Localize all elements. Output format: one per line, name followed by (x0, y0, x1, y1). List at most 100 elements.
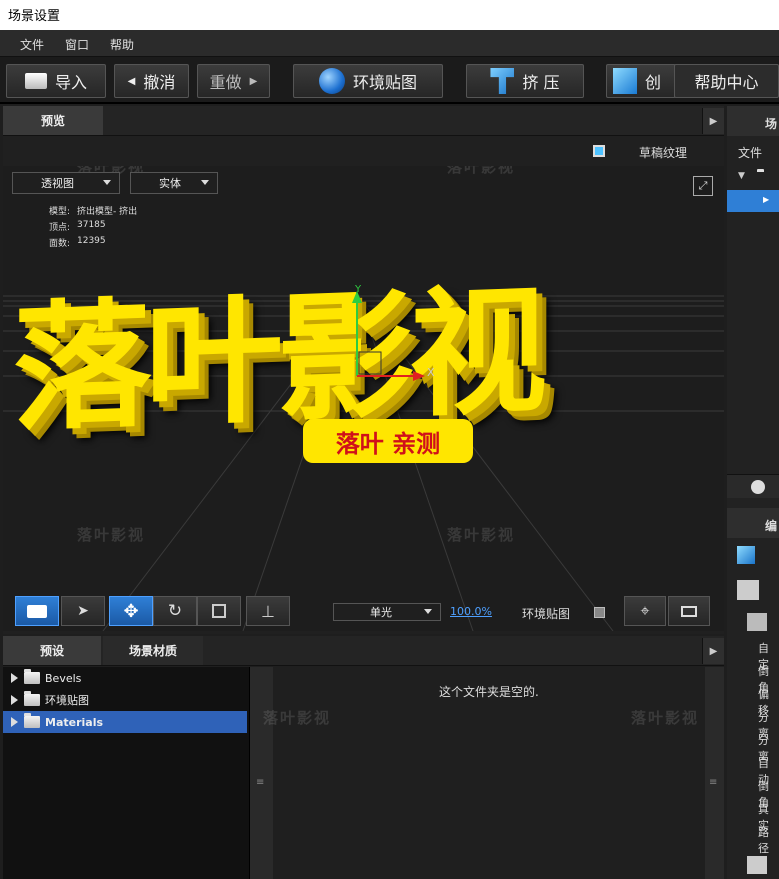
arrow-right-icon: ▶ (249, 75, 258, 87)
grip-icon: ≡ (709, 777, 718, 788)
display-button[interactable] (668, 596, 710, 626)
extrude-t-icon[interactable] (747, 856, 767, 874)
create-button[interactable]: 创 (606, 64, 676, 98)
preview-panel: 预览 ▶ 草稿纹理 落叶影视 Y X 落叶 亲测 落叶影视 落叶影视 落叶影视 … (3, 106, 724, 634)
watermark: 落叶影视 (447, 166, 516, 176)
tab-scene-materials[interactable]: 场景材质 (103, 636, 203, 665)
light-mode-dropdown[interactable]: 单光 (333, 603, 441, 621)
env-map-toggle-label: 环境贴图 (522, 607, 571, 621)
redo-button[interactable]: 重做 ▶ (197, 64, 270, 98)
env-map-checkbox[interactable] (594, 607, 605, 618)
frame-tool-button[interactable] (197, 596, 241, 626)
draft-texture-label: 草稿纹理 (639, 146, 688, 160)
bevel-icon[interactable] (747, 613, 767, 631)
folder-icon (24, 713, 40, 728)
chevron-down-icon (103, 180, 111, 185)
import-button[interactable]: 导入 (6, 64, 106, 98)
preview-tabstrip: 预览 ▶ (3, 106, 724, 136)
panel-arrow-right-icon[interactable]: ▶ (702, 108, 724, 134)
empty-folder-message: 这个文件夹是空的. (439, 685, 539, 699)
undo-label: 撤消 (143, 73, 176, 92)
shade-mode-dropdown[interactable]: 实体 (130, 172, 218, 194)
extrude-button[interactable]: 挤 压 (466, 64, 584, 98)
move-arrows-icon: ✥ (123, 600, 139, 622)
env-map-button[interactable]: 环境贴图 (293, 64, 443, 98)
panel-arrow-right-icon[interactable]: ▶ (702, 638, 724, 664)
expand-icon[interactable]: ⤢ (693, 176, 713, 196)
right-mini-toolbar (727, 474, 779, 498)
title-bar: 场景设置 (0, 0, 779, 30)
move-tool-button[interactable]: ✥ (109, 596, 153, 626)
watermark: 落叶影视 (77, 526, 146, 544)
chevron-down-icon (424, 609, 432, 614)
sphere-icon[interactable] (751, 480, 765, 494)
library-panel: 预设 场景材质 ▶ Bevels 环境贴图 Materials ≡ 这个文件夹是… (3, 636, 724, 879)
window-title: 场景设置 (8, 9, 61, 24)
tab-scene[interactable]: 场 (727, 106, 779, 136)
watermark: 落叶影视 (447, 526, 516, 544)
stat-model-label: 模型: (49, 207, 71, 217)
tree-item-materials[interactable]: Materials (3, 711, 247, 733)
axis-icon: ⊥ (261, 601, 275, 621)
expand-triangle-icon (11, 673, 18, 683)
camera-tool-button[interactable] (15, 596, 59, 626)
shade-mode-value: 实体 (159, 177, 181, 190)
view-mode-value: 透视图 (41, 177, 74, 190)
axis-y-label: Y (355, 284, 362, 295)
select-tool-button[interactable]: ➤ (61, 596, 105, 626)
tab-presets[interactable]: 预设 (3, 636, 101, 665)
monitor-icon (681, 605, 697, 617)
watermark: 落叶影视 (631, 709, 700, 727)
folder-icon (24, 669, 40, 684)
draft-texture-checkbox[interactable] (593, 145, 605, 157)
bevel-icon[interactable] (737, 580, 759, 600)
menu-help[interactable]: 帮助 (110, 36, 134, 53)
transform-gizmo[interactable] (343, 286, 453, 386)
folder-icon (24, 691, 40, 706)
folder-icon (24, 73, 47, 89)
tree-root-row[interactable]: ▼ (727, 166, 779, 188)
menu-bar: 文件 窗口 帮助 (0, 30, 779, 57)
extrude-t-icon (737, 546, 755, 564)
viewport[interactable]: 落叶影视 Y X 落叶 亲测 落叶影视 落叶影视 落叶影视 落叶影视 (3, 166, 724, 631)
camera-icon (27, 604, 47, 618)
axis-x-label: X (427, 366, 435, 379)
help-center-button[interactable]: 帮助中心 (674, 64, 779, 98)
watermark-badge: 落叶 亲测 (303, 419, 473, 463)
tree-item-label: 环境贴图 (45, 694, 89, 707)
view-mode-dropdown[interactable]: 透视图 (12, 172, 120, 194)
splitter-handle[interactable]: ≡ (249, 667, 273, 879)
tree-item-bevels[interactable]: Bevels (3, 667, 247, 689)
zoom-value[interactable]: 100.0% (450, 605, 492, 618)
stat-vertices-value: 37185 (77, 220, 106, 230)
tree-item-label: Bevels (45, 671, 82, 685)
help-center-label: 帮助中心 (694, 73, 759, 92)
menu-window[interactable]: 窗口 (65, 36, 89, 53)
folder-tree: Bevels 环境贴图 Materials (3, 667, 249, 879)
tree-item-label: Materials (45, 715, 104, 729)
globe-icon (318, 68, 345, 94)
light-mode-value: 单光 (370, 606, 392, 619)
tab-edit[interactable]: 编 (727, 508, 779, 538)
expand-triangle-icon (11, 695, 18, 705)
menu-file[interactable]: 文件 (20, 36, 44, 53)
tree-selected-row[interactable]: ▶ (727, 190, 779, 212)
create-label: 创 (645, 73, 662, 92)
crosshair-icon: ⌖ (640, 601, 650, 620)
tab-preview[interactable]: 预览 (3, 106, 103, 135)
rotate-tool-button[interactable]: ↻ (153, 596, 197, 626)
env-map-label: 环境贴图 (352, 73, 417, 92)
grip-icon: ≡ (256, 777, 265, 788)
right-splitter[interactable]: ≡ (705, 667, 724, 879)
expand-triangle-icon: ▶ (763, 195, 770, 204)
edit-item[interactable]: 路径 (758, 824, 779, 856)
main-toolbar: 导入 ◀ 撤消 重做 ▶ 环境贴图 挤 压 创 帮助中心 (0, 57, 779, 104)
cube-icon (613, 68, 637, 94)
undo-button[interactable]: ◀ 撤消 (114, 64, 189, 98)
file-column-header: 文件 (738, 146, 763, 160)
tree-item-env-maps[interactable]: 环境贴图 (3, 689, 247, 711)
pointer-icon: ➤ (77, 603, 89, 619)
expand-triangle-icon (11, 717, 18, 727)
axis-tool-button[interactable]: ⊥ (246, 596, 290, 626)
target-button[interactable]: ⌖ (624, 596, 666, 626)
